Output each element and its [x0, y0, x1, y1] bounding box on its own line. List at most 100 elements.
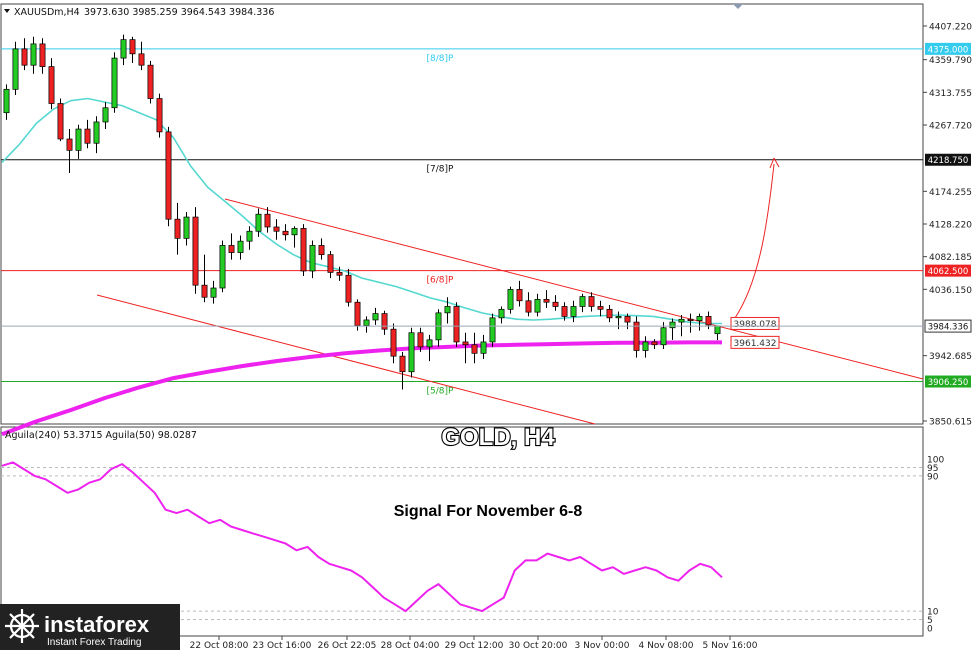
- price-tick-label: 4128.220: [929, 220, 972, 230]
- price-tick-label: 3850.615: [929, 418, 972, 428]
- candle-bull: [75, 128, 82, 151]
- candle-bear: [588, 296, 595, 307]
- candle-bear: [318, 245, 325, 256]
- candle-bull: [363, 319, 370, 326]
- price-tag-value: 3988.078: [734, 320, 777, 330]
- candle-bull: [507, 289, 514, 310]
- price-tick-label: 4359.790: [929, 56, 972, 66]
- price-tick-label: 4174.255: [929, 188, 972, 198]
- time-tick-label: 29 Oct 12:00: [445, 641, 504, 650]
- time-tick-label: 23 Oct 16:00: [253, 641, 312, 650]
- candle-bear: [264, 213, 271, 228]
- candle-bear: [228, 245, 235, 253]
- candle-bear: [597, 306, 604, 310]
- candle-bear: [156, 98, 163, 133]
- instaforex-logo: instaforex Instant Forex Trading: [0, 604, 180, 650]
- candle-bear: [192, 216, 199, 286]
- candle-bull: [111, 57, 118, 109]
- candle-bear: [84, 128, 91, 144]
- level-tag-value: 4218.750: [928, 156, 969, 166]
- candle-bear: [525, 300, 532, 313]
- candle-bull: [570, 306, 577, 317]
- candle-bear: [381, 313, 388, 330]
- candle-bull: [615, 316, 622, 319]
- candle-bear: [300, 228, 307, 272]
- candle-bull: [660, 327, 667, 346]
- candle-bear: [21, 48, 28, 66]
- candle-bear: [336, 272, 343, 276]
- candle-bear: [66, 138, 73, 151]
- candle-bear: [273, 226, 280, 232]
- main-panel: [0, 3, 924, 425]
- logo-mark-icon: instaforex Instant Forex Trading: [5, 609, 150, 648]
- time-tick-label: 4 Nov 08:00: [639, 641, 694, 650]
- candle-bear: [174, 218, 181, 239]
- time-tick-label: 30 Oct 20:00: [509, 641, 568, 650]
- current-price-value: 3984.336: [928, 323, 969, 333]
- indicator-label: Aguila(240) 53.3715 Aguila(50) 98.0287: [5, 430, 197, 441]
- candle-bull: [210, 287, 217, 298]
- time-tick-label: 22 Oct 08:00: [190, 641, 249, 650]
- candle-bear: [282, 230, 289, 236]
- candle-bull: [219, 245, 226, 289]
- symbol-label: XAUUSDm,H4: [14, 7, 80, 18]
- time-tick-label: 5 Nov 16:00: [703, 641, 758, 650]
- candle-bear: [561, 306, 568, 317]
- candle-bear: [552, 301, 559, 307]
- candle-bear: [543, 299, 550, 303]
- candle-bull: [480, 341, 487, 354]
- candle-bear: [39, 43, 46, 67]
- candle-bull: [426, 339, 433, 348]
- candle-bull: [714, 325, 721, 335]
- logo-tagline: Instant Forex Trading: [47, 637, 142, 648]
- murrey-level-label: [5/8]P: [427, 387, 455, 397]
- candle-bear: [57, 103, 64, 140]
- candle-bear: [471, 344, 478, 354]
- candle-bull: [12, 48, 19, 90]
- price-tick-label: 4267.720: [929, 121, 972, 131]
- candle-bear: [345, 274, 352, 303]
- candle-bull: [372, 313, 379, 321]
- candle-bear: [201, 284, 208, 298]
- candle-bull: [534, 299, 541, 313]
- candle-bull: [579, 296, 586, 307]
- level-tag-value: 3906.250: [928, 378, 969, 388]
- candle-bull: [291, 228, 298, 236]
- candle-bear: [651, 341, 658, 346]
- price-axis: 4407.220 4359.790 4313.755 4267.720 4174.255…: [923, 23, 972, 428]
- candle-bull: [408, 332, 415, 373]
- candle-bull: [696, 316, 703, 322]
- level-tag-value: 4375.000: [928, 45, 969, 55]
- price-tick-label: 4313.755: [929, 89, 972, 99]
- candle-bear: [390, 328, 397, 357]
- ohlc-values: 3973.630 3985.259 3964.543 3984.336: [84, 7, 274, 18]
- time-tick-label: 26 Oct 22:05: [318, 641, 377, 650]
- candle-bull: [669, 321, 676, 329]
- candle-bear: [165, 131, 172, 220]
- chart-overlay-title: GOLD, H4: [441, 424, 555, 451]
- candle-bear: [516, 289, 523, 302]
- candle-bull: [489, 317, 496, 343]
- candle-bear: [129, 39, 136, 55]
- price-tick-label: 4407.220: [929, 23, 972, 33]
- murrey-level-label: [6/8]P: [427, 276, 455, 286]
- candle-bull: [498, 308, 505, 319]
- candle-bull: [246, 230, 253, 242]
- candle-bear: [687, 318, 694, 322]
- candle-bear: [399, 355, 406, 373]
- time-tick-label: 28 Oct 04:00: [381, 641, 440, 650]
- candle-bull: [642, 341, 649, 351]
- candle-bull: [93, 121, 100, 144]
- candle-bear: [147, 64, 154, 99]
- time-tick-label: 3 Nov 00:00: [575, 641, 630, 650]
- candle-bear: [705, 316, 712, 326]
- candle-bull: [444, 306, 451, 314]
- candle-bear: [606, 308, 613, 319]
- signal-caption: Signal For November 6-8: [394, 503, 583, 520]
- level-tag-value: 4062.500: [928, 267, 969, 277]
- candle-bear: [462, 341, 469, 346]
- candle-bull: [183, 216, 190, 239]
- murrey-level-label: [7/8]P: [427, 165, 455, 175]
- price-chart[interactable]: [8/8]P 4375.000 [7/8]P 4218.750 [6/8]P 4062.5…: [0, 0, 976, 650]
- price-tick-label: 3942.685: [929, 352, 972, 362]
